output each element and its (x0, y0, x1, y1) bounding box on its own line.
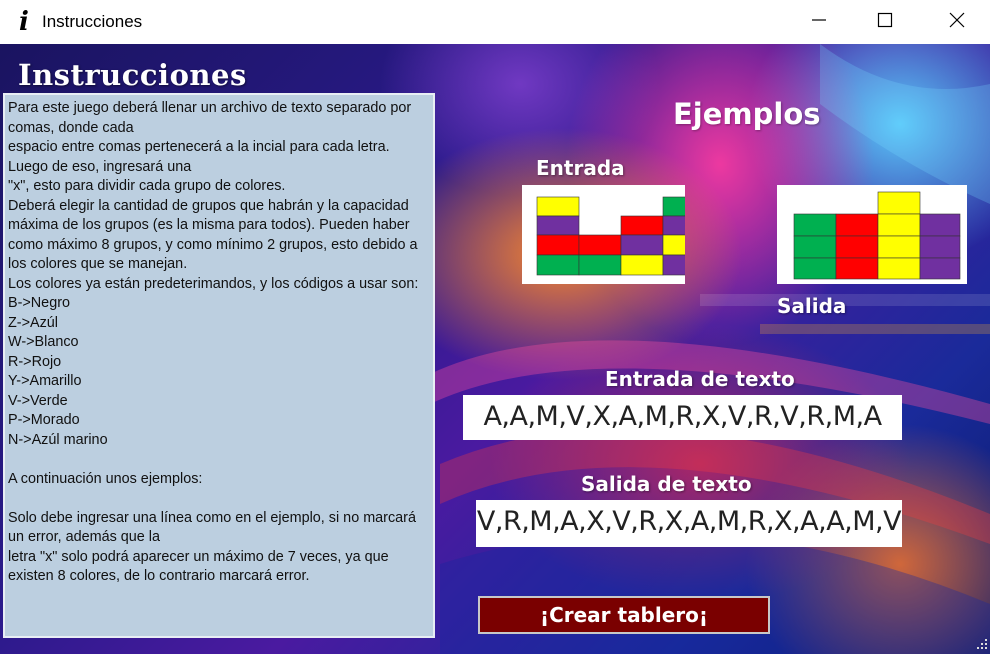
instructions-textbox[interactable]: Para este juego deberá llenar un archivo… (3, 93, 435, 638)
create-board-button[interactable]: ¡Crear tablero¡ (478, 596, 770, 634)
instructions-heading: Instrucciones (18, 58, 247, 92)
input-example-label: Entrada (536, 156, 625, 180)
input-text-label: Entrada de texto (605, 367, 795, 391)
examples-title: Ejemplos (673, 97, 821, 131)
output-example-image (777, 185, 967, 284)
input-text-example: A,A,M,V,X,A,M,R,X,V,R,V,R,M,A (463, 395, 902, 440)
info-icon: i (19, 7, 29, 37)
close-icon (949, 12, 965, 28)
resize-grip-icon[interactable] (976, 638, 988, 650)
output-text-example: V,R,M,A,X,V,R,X,A,M,R,X,A,A,M,V (476, 500, 902, 547)
output-text-label: Salida de texto (581, 472, 752, 496)
window-title: Instrucciones (42, 12, 143, 31)
maximize-button[interactable] (862, 0, 908, 44)
close-button[interactable] (934, 0, 980, 44)
title-bar: i Instrucciones (0, 0, 990, 44)
minimize-button[interactable] (796, 0, 842, 44)
input-example-image (522, 185, 706, 284)
output-example-label: Salida (777, 294, 847, 318)
minimize-icon (812, 19, 826, 21)
maximize-icon (877, 12, 893, 28)
